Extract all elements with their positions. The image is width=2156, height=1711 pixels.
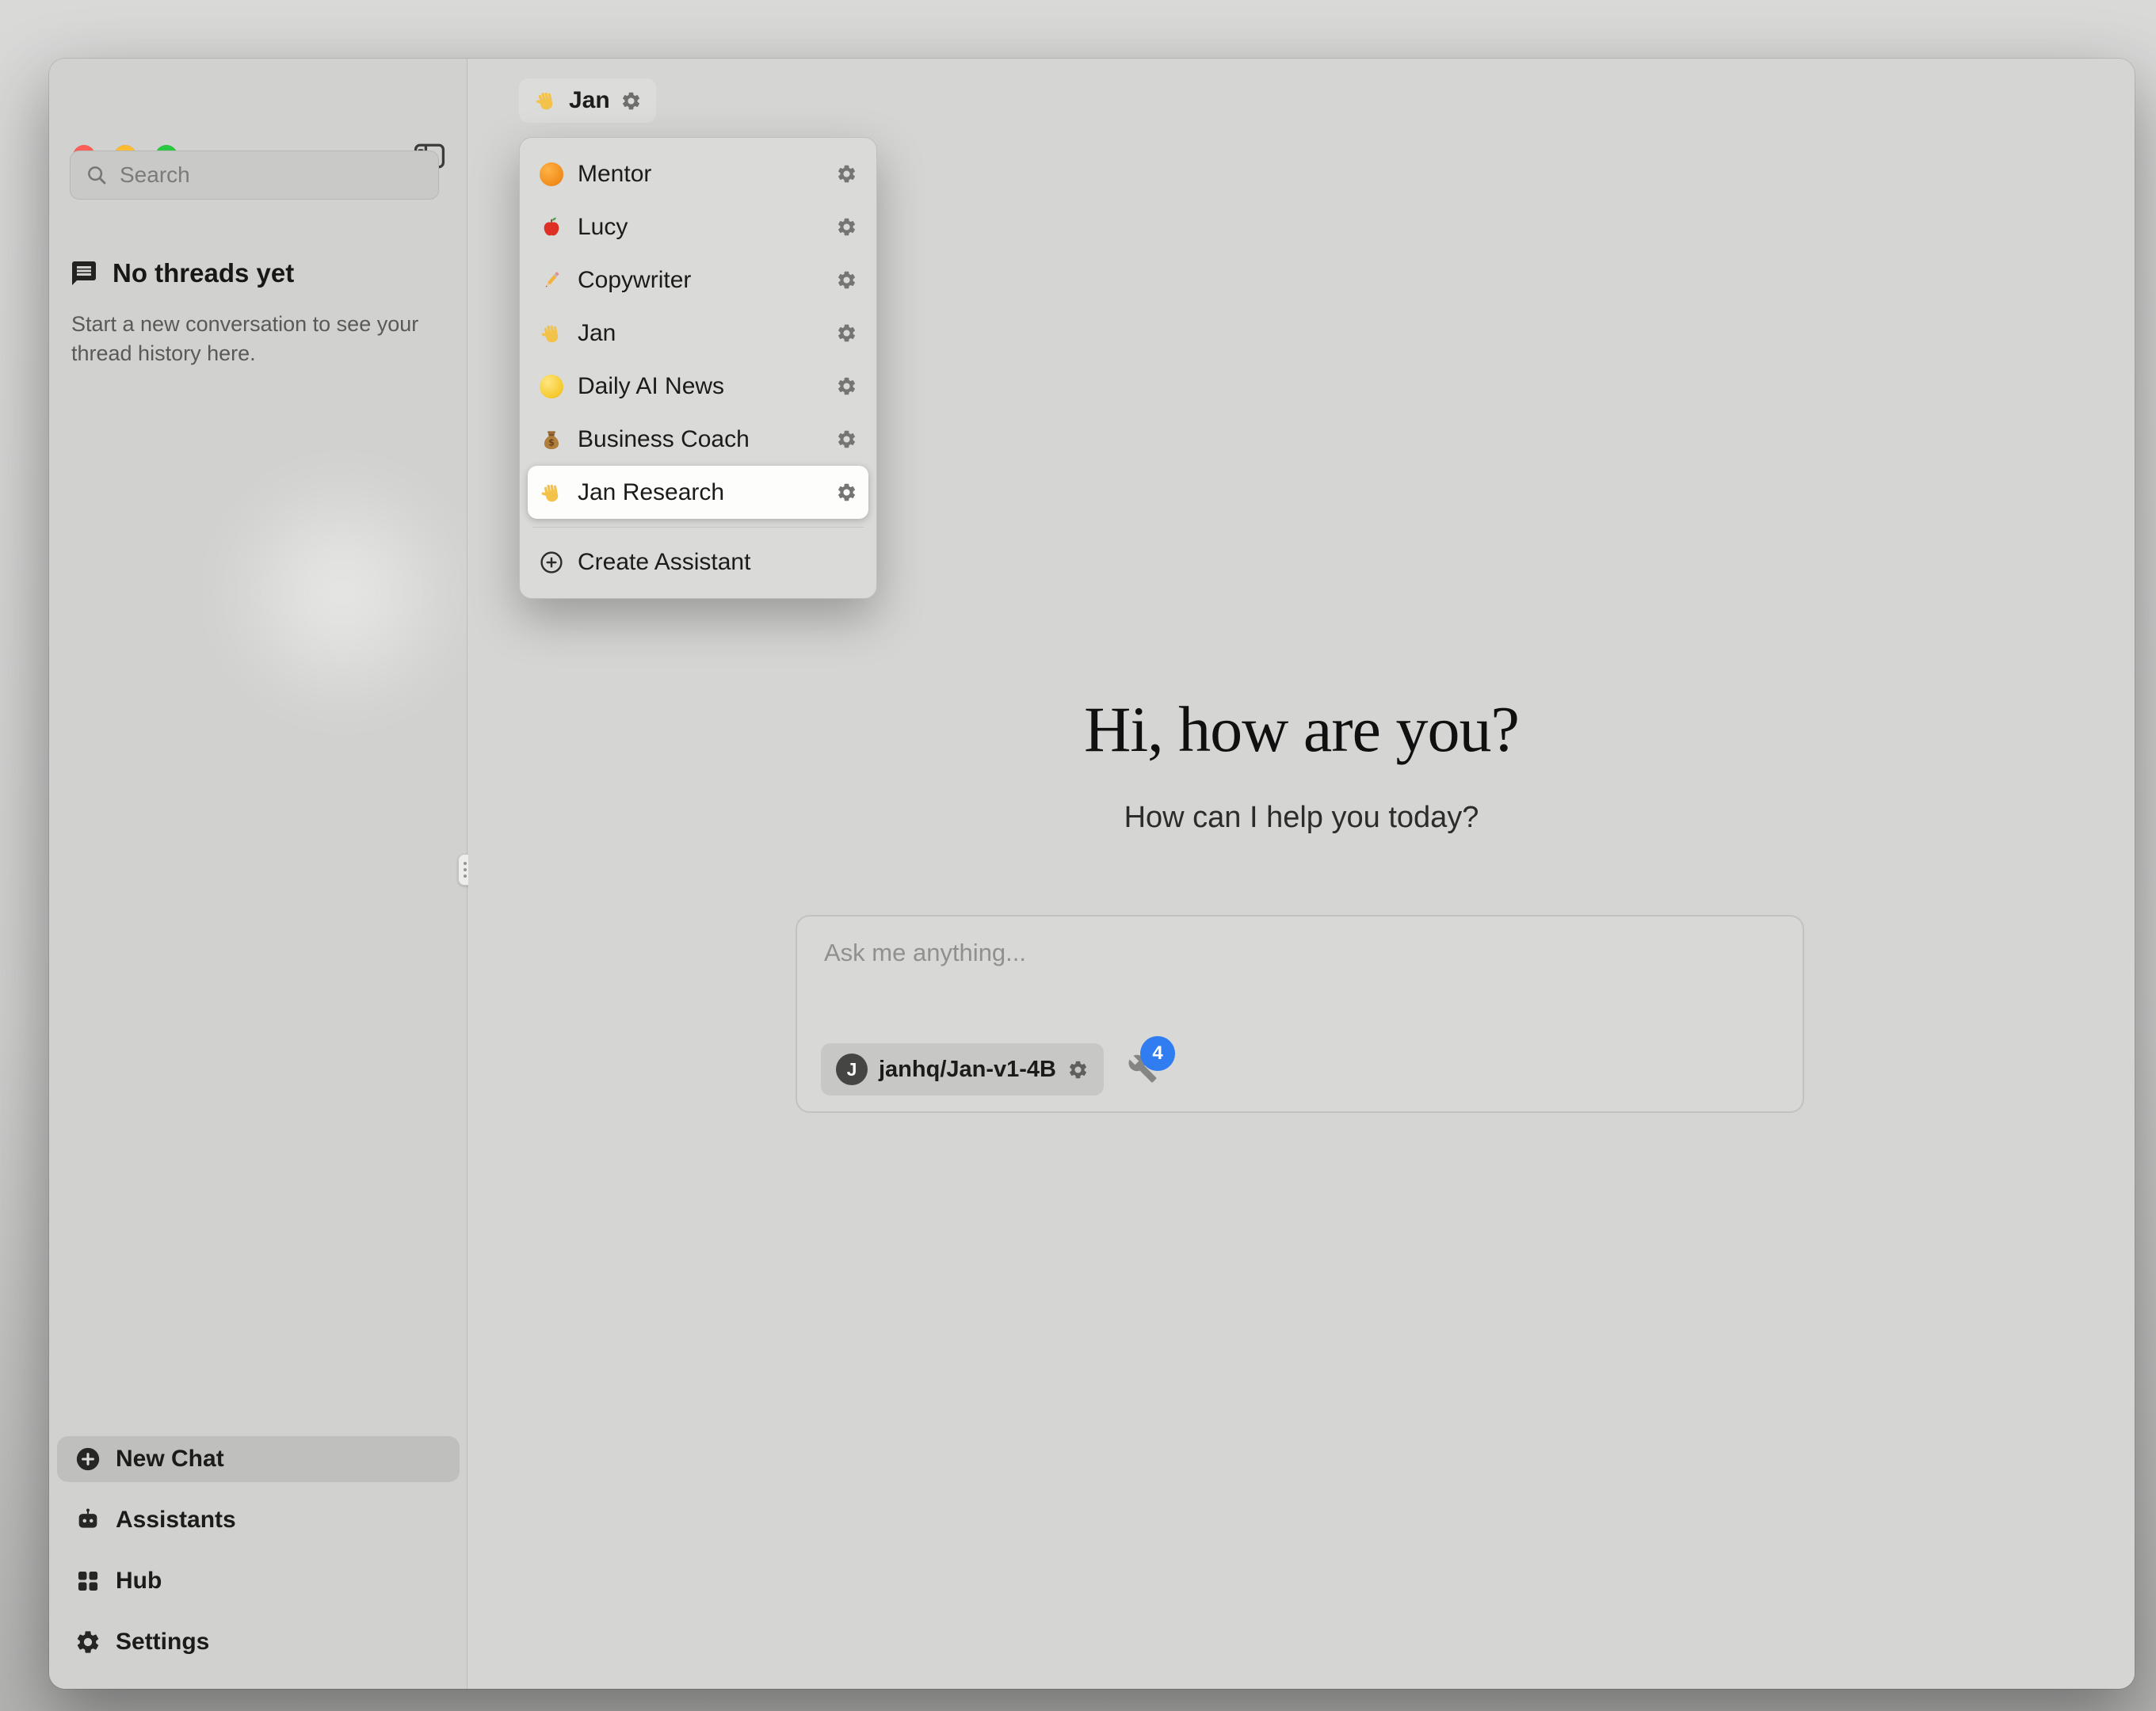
money-bag-icon (539, 427, 564, 452)
composer-toolbar: J janhq/Jan-v1-4B 4 (821, 1043, 1159, 1096)
main-area: Jan Mentor Lucy Copywriter (468, 59, 2135, 1689)
menu-item-mentor[interactable]: Mentor (528, 147, 868, 200)
chat-bubble-icon (70, 259, 98, 288)
plus-circle-icon (74, 1446, 101, 1473)
greeting-subtitle: How can I help you today? (468, 801, 2135, 835)
empty-state-header: No threads yet (70, 258, 294, 288)
waving-hand-icon (539, 480, 564, 505)
menu-item-lucy[interactable]: Lucy (528, 200, 868, 253)
assistants-label: Assistants (116, 1507, 236, 1534)
new-chat-button[interactable]: New Chat (57, 1436, 460, 1482)
menu-item-business-coach[interactable]: Business Coach (528, 413, 868, 466)
model-selector[interactable]: J janhq/Jan-v1-4B (821, 1043, 1104, 1096)
sidebar-item-settings[interactable]: Settings (57, 1619, 460, 1665)
gear-icon[interactable] (836, 216, 857, 238)
search-field[interactable] (70, 151, 439, 200)
create-assistant-label: Create Assistant (578, 549, 750, 576)
gear-icon (74, 1629, 101, 1656)
menu-item-label: Jan (578, 320, 616, 347)
hub-label: Hub (116, 1568, 162, 1595)
gear-icon[interactable] (836, 375, 857, 397)
robot-icon (74, 1507, 101, 1534)
menu-item-label: Copywriter (578, 267, 691, 294)
app-window: No threads yet Start a new conversation … (49, 59, 2135, 1689)
menu-item-label: Jan Research (578, 479, 724, 506)
grid-icon (74, 1568, 101, 1595)
sidebar-decorative-blob (210, 460, 475, 725)
gear-icon[interactable] (836, 482, 857, 503)
waving-hand-icon (539, 321, 564, 346)
assistant-settings-icon[interactable] (620, 90, 642, 112)
menu-item-label: Lucy (578, 214, 628, 241)
sidebar-nav: New Chat Assistants Hub Settings (57, 1436, 460, 1665)
model-name: janhq/Jan-v1-4B (879, 1057, 1056, 1083)
model-avatar: J (836, 1054, 868, 1085)
menu-item-daily-ai-news[interactable]: Daily AI News (528, 360, 868, 413)
orange-circle-icon (539, 162, 564, 187)
gear-icon[interactable] (836, 429, 857, 450)
gear-icon[interactable] (836, 269, 857, 291)
assistant-selector[interactable]: Jan (519, 78, 656, 123)
waving-hand-icon (533, 88, 559, 113)
settings-label: Settings (116, 1629, 209, 1656)
search-input[interactable] (120, 162, 424, 188)
tools-count-badge: 4 (1140, 1036, 1175, 1071)
chat-composer: J janhq/Jan-v1-4B 4 (796, 915, 1804, 1113)
menu-item-label: Daily AI News (578, 373, 724, 400)
menu-item-jan[interactable]: Jan (528, 307, 868, 360)
sidebar: No threads yet Start a new conversation … (49, 59, 467, 1689)
menu-item-copywriter[interactable]: Copywriter (528, 253, 868, 307)
assistant-name: Jan (569, 87, 610, 114)
assistant-menu: Mentor Lucy Copywriter Jan (519, 137, 877, 599)
yellow-circle-icon (539, 374, 564, 399)
sidebar-item-assistants[interactable]: Assistants (57, 1497, 460, 1543)
pencil-icon (539, 268, 564, 293)
menu-item-jan-research[interactable]: Jan Research (528, 466, 868, 519)
desktop-background: No threads yet Start a new conversation … (0, 0, 2156, 1711)
empty-state-title: No threads yet (113, 258, 294, 288)
gear-icon[interactable] (836, 322, 857, 344)
sidebar-item-hub[interactable]: Hub (57, 1558, 460, 1604)
create-assistant-button[interactable]: Create Assistant (528, 535, 868, 589)
greeting-title: Hi, how are you? (468, 692, 2135, 767)
empty-state-description: Start a new conversation to see your thr… (71, 310, 420, 369)
menu-divider (532, 527, 864, 528)
menu-item-label: Mentor (578, 161, 651, 188)
red-apple-icon (539, 215, 564, 240)
plus-circle-outline-icon (539, 550, 564, 575)
new-chat-label: New Chat (116, 1446, 224, 1473)
gear-icon[interactable] (836, 163, 857, 185)
model-settings-icon[interactable] (1067, 1059, 1089, 1080)
menu-item-label: Business Coach (578, 426, 750, 453)
tools-button[interactable]: 4 (1128, 1054, 1159, 1085)
search-icon (85, 163, 109, 187)
message-input[interactable] (824, 939, 1776, 1007)
